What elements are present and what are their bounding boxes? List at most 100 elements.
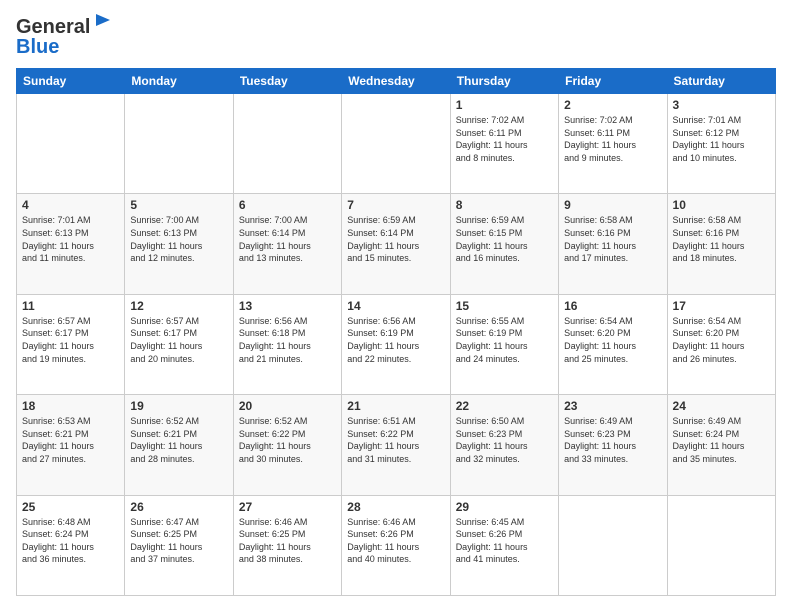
day-cell <box>667 495 775 595</box>
day-cell: 19 Sunrise: 6:52 AM Sunset: 6:21 PM Dayli… <box>125 395 233 495</box>
day-cell <box>559 495 667 595</box>
day-cell: 22 Sunrise: 6:50 AM Sunset: 6:23 PM Dayli… <box>450 395 558 495</box>
day-number: 26 <box>130 500 227 514</box>
day-cell: 1 Sunrise: 7:02 AM Sunset: 6:11 PM Daylig… <box>450 94 558 194</box>
day-info: Sunrise: 6:48 AM Sunset: 6:24 PM Dayligh… <box>22 516 119 566</box>
day-number: 9 <box>564 198 661 212</box>
day-info: Sunrise: 6:45 AM Sunset: 6:26 PM Dayligh… <box>456 516 553 566</box>
day-cell: 27 Sunrise: 6:46 AM Sunset: 6:25 PM Dayli… <box>233 495 341 595</box>
day-info: Sunrise: 6:52 AM Sunset: 6:21 PM Dayligh… <box>130 415 227 465</box>
day-header-saturday: Saturday <box>667 69 775 94</box>
day-number: 12 <box>130 299 227 313</box>
day-info: Sunrise: 6:54 AM Sunset: 6:20 PM Dayligh… <box>564 315 661 365</box>
day-cell: 4 Sunrise: 7:01 AM Sunset: 6:13 PM Daylig… <box>17 194 125 294</box>
day-number: 5 <box>130 198 227 212</box>
day-info: Sunrise: 6:47 AM Sunset: 6:25 PM Dayligh… <box>130 516 227 566</box>
day-info: Sunrise: 7:02 AM Sunset: 6:11 PM Dayligh… <box>564 114 661 164</box>
logo-flag-icon <box>92 12 114 34</box>
day-header-wednesday: Wednesday <box>342 69 450 94</box>
day-header-sunday: Sunday <box>17 69 125 94</box>
day-info: Sunrise: 7:02 AM Sunset: 6:11 PM Dayligh… <box>456 114 553 164</box>
day-number: 22 <box>456 399 553 413</box>
day-cell: 3Sunrise: 7:01 AM Sunset: 6:12 PM Daylig… <box>667 94 775 194</box>
day-number: 13 <box>239 299 336 313</box>
calendar-table: SundayMondayTuesdayWednesdayThursdayFrid… <box>16 68 776 596</box>
day-number: 24 <box>673 399 770 413</box>
day-info: Sunrise: 6:59 AM Sunset: 6:15 PM Dayligh… <box>456 214 553 264</box>
day-cell: 16 Sunrise: 6:54 AM Sunset: 6:20 PM Dayli… <box>559 294 667 394</box>
day-cell: 29 Sunrise: 6:45 AM Sunset: 6:26 PM Dayli… <box>450 495 558 595</box>
day-number: 4 <box>22 198 119 212</box>
page: General Blue SundayMondayTuesdayWednesda… <box>0 0 792 612</box>
day-cell: 18Sunrise: 6:53 AM Sunset: 6:21 PM Dayli… <box>17 395 125 495</box>
day-number: 29 <box>456 500 553 514</box>
day-number: 3 <box>673 98 770 112</box>
day-number: 27 <box>239 500 336 514</box>
day-number: 17 <box>673 299 770 313</box>
day-cell: 5 Sunrise: 7:00 AM Sunset: 6:13 PM Daylig… <box>125 194 233 294</box>
day-number: 8 <box>456 198 553 212</box>
day-cell <box>17 94 125 194</box>
day-header-friday: Friday <box>559 69 667 94</box>
day-number: 11 <box>22 299 119 313</box>
day-cell: 9 Sunrise: 6:58 AM Sunset: 6:16 PM Daylig… <box>559 194 667 294</box>
day-number: 16 <box>564 299 661 313</box>
day-number: 19 <box>130 399 227 413</box>
calendar-header-row: SundayMondayTuesdayWednesdayThursdayFrid… <box>17 69 776 94</box>
day-cell <box>125 94 233 194</box>
day-cell: 2 Sunrise: 7:02 AM Sunset: 6:11 PM Daylig… <box>559 94 667 194</box>
day-number: 14 <box>347 299 444 313</box>
logo: General Blue <box>16 16 114 58</box>
day-cell: 10 Sunrise: 6:58 AM Sunset: 6:16 PM Dayli… <box>667 194 775 294</box>
day-number: 18 <box>22 399 119 413</box>
day-info: Sunrise: 6:50 AM Sunset: 6:23 PM Dayligh… <box>456 415 553 465</box>
logo-general: General <box>16 16 90 38</box>
day-cell <box>342 94 450 194</box>
day-number: 15 <box>456 299 553 313</box>
week-row-1: 1 Sunrise: 7:02 AM Sunset: 6:11 PM Daylig… <box>17 94 776 194</box>
day-cell: 15Sunrise: 6:55 AM Sunset: 6:19 PM Dayli… <box>450 294 558 394</box>
week-row-5: 25 Sunrise: 6:48 AM Sunset: 6:24 PM Dayli… <box>17 495 776 595</box>
day-info: Sunrise: 6:49 AM Sunset: 6:23 PM Dayligh… <box>564 415 661 465</box>
day-cell: 17 Sunrise: 6:54 AM Sunset: 6:20 PM Dayli… <box>667 294 775 394</box>
logo-blue: Blue <box>16 36 114 58</box>
day-cell: 25 Sunrise: 6:48 AM Sunset: 6:24 PM Dayli… <box>17 495 125 595</box>
day-cell: 8 Sunrise: 6:59 AM Sunset: 6:15 PM Daylig… <box>450 194 558 294</box>
day-number: 20 <box>239 399 336 413</box>
day-cell <box>233 94 341 194</box>
day-cell: 20 Sunrise: 6:52 AM Sunset: 6:22 PM Dayli… <box>233 395 341 495</box>
day-header-tuesday: Tuesday <box>233 69 341 94</box>
day-number: 10 <box>673 198 770 212</box>
day-info: Sunrise: 6:56 AM Sunset: 6:18 PM Dayligh… <box>239 315 336 365</box>
header: General Blue <box>16 16 776 58</box>
day-cell: 6Sunrise: 7:00 AM Sunset: 6:14 PM Daylig… <box>233 194 341 294</box>
day-info: Sunrise: 6:54 AM Sunset: 6:20 PM Dayligh… <box>673 315 770 365</box>
day-cell: 24 Sunrise: 6:49 AM Sunset: 6:24 PM Dayli… <box>667 395 775 495</box>
day-info: Sunrise: 6:46 AM Sunset: 6:26 PM Dayligh… <box>347 516 444 566</box>
day-number: 25 <box>22 500 119 514</box>
day-number: 7 <box>347 198 444 212</box>
day-cell: 12 Sunrise: 6:57 AM Sunset: 6:17 PM Dayli… <box>125 294 233 394</box>
day-info: Sunrise: 6:52 AM Sunset: 6:22 PM Dayligh… <box>239 415 336 465</box>
day-info: Sunrise: 7:01 AM Sunset: 6:13 PM Dayligh… <box>22 214 119 264</box>
week-row-3: 11 Sunrise: 6:57 AM Sunset: 6:17 PM Dayli… <box>17 294 776 394</box>
day-header-thursday: Thursday <box>450 69 558 94</box>
day-info: Sunrise: 7:00 AM Sunset: 6:13 PM Dayligh… <box>130 214 227 264</box>
day-info: Sunrise: 6:57 AM Sunset: 6:17 PM Dayligh… <box>130 315 227 365</box>
day-number: 21 <box>347 399 444 413</box>
day-cell: 23Sunrise: 6:49 AM Sunset: 6:23 PM Dayli… <box>559 395 667 495</box>
day-info: Sunrise: 6:46 AM Sunset: 6:25 PM Dayligh… <box>239 516 336 566</box>
day-info: Sunrise: 6:49 AM Sunset: 6:24 PM Dayligh… <box>673 415 770 465</box>
day-info: Sunrise: 6:57 AM Sunset: 6:17 PM Dayligh… <box>22 315 119 365</box>
day-cell: 14 Sunrise: 6:56 AM Sunset: 6:19 PM Dayli… <box>342 294 450 394</box>
day-info: Sunrise: 6:56 AM Sunset: 6:19 PM Dayligh… <box>347 315 444 365</box>
day-number: 2 <box>564 98 661 112</box>
day-info: Sunrise: 6:51 AM Sunset: 6:22 PM Dayligh… <box>347 415 444 465</box>
day-cell: 13 Sunrise: 6:56 AM Sunset: 6:18 PM Dayli… <box>233 294 341 394</box>
day-info: Sunrise: 6:58 AM Sunset: 6:16 PM Dayligh… <box>564 214 661 264</box>
day-header-monday: Monday <box>125 69 233 94</box>
day-number: 1 <box>456 98 553 112</box>
day-info: Sunrise: 6:58 AM Sunset: 6:16 PM Dayligh… <box>673 214 770 264</box>
day-cell: 26 Sunrise: 6:47 AM Sunset: 6:25 PM Dayli… <box>125 495 233 595</box>
day-info: Sunrise: 6:59 AM Sunset: 6:14 PM Dayligh… <box>347 214 444 264</box>
